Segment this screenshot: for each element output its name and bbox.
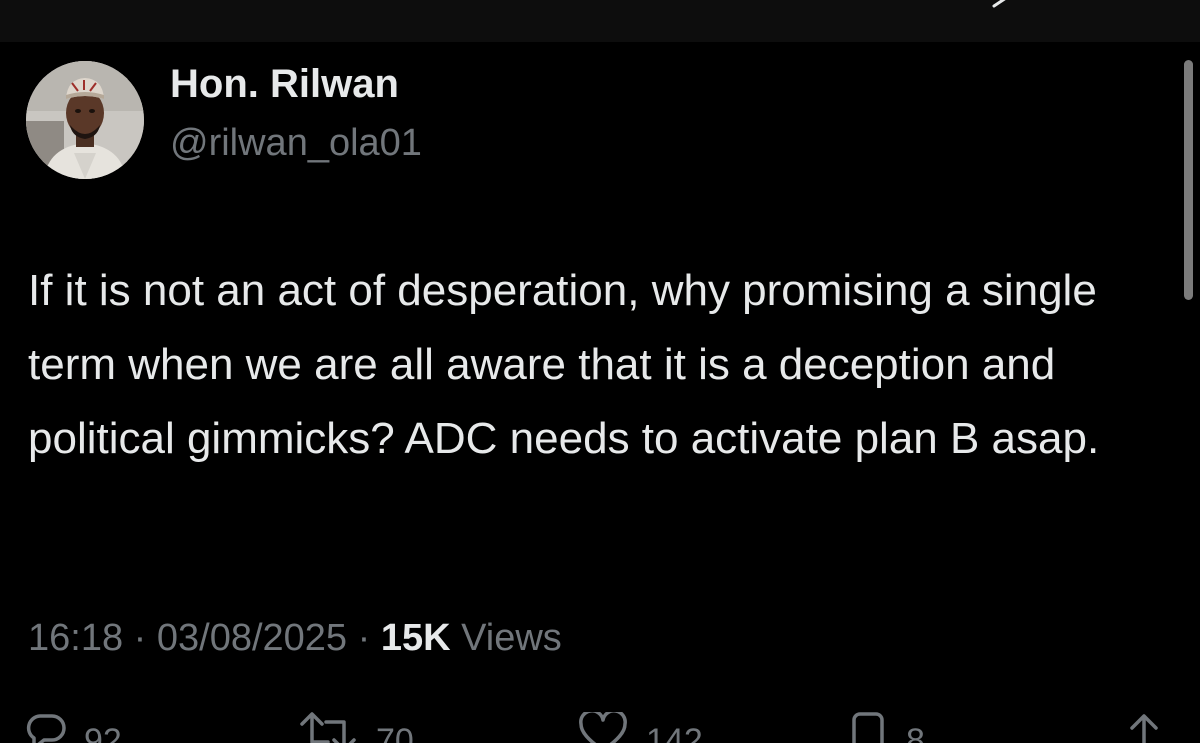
author-display-name[interactable]: Hon. Rilwan xyxy=(170,62,399,107)
like-count: 142 xyxy=(646,722,703,743)
meta-separator: · xyxy=(357,617,371,659)
top-bar xyxy=(0,0,1200,42)
reply-count: 92 xyxy=(84,722,122,743)
bookmark-button[interactable]: 8 xyxy=(848,712,925,743)
bookmark-icon xyxy=(852,712,884,743)
author-handle[interactable]: @rilwan_ola01 xyxy=(170,122,422,165)
heart-icon xyxy=(579,712,627,743)
scrollbar[interactable] xyxy=(1184,60,1193,300)
tweet-meta: 16:18 · 03/08/2025 · 15K Views xyxy=(28,617,562,660)
avatar-photo xyxy=(26,61,144,179)
reply-icon xyxy=(26,714,66,743)
avatar[interactable] xyxy=(26,61,144,179)
meta-separator: · xyxy=(133,617,147,659)
share-button[interactable] xyxy=(1124,712,1164,743)
bookmark-count: 8 xyxy=(906,722,925,743)
repost-button[interactable]: 70 xyxy=(298,712,414,743)
partial-header-icon xyxy=(992,0,1006,8)
repost-icon xyxy=(300,712,356,743)
share-icon xyxy=(1130,714,1158,743)
tweet-date[interactable]: 03/08/2025 xyxy=(157,617,347,659)
tweet-detail-screen: Hon. Rilwan @rilwan_ola01 If it is not a… xyxy=(0,0,1200,743)
like-button[interactable]: 142 xyxy=(578,712,703,743)
tweet-text: If it is not an act of desperation, why … xyxy=(28,266,1100,463)
repost-count: 70 xyxy=(376,722,414,743)
reply-button[interactable]: 92 xyxy=(26,712,122,743)
views-count: 15K xyxy=(380,617,451,659)
views-label: Views xyxy=(461,617,562,659)
action-bar: 92 70 142 8 xyxy=(0,712,1200,743)
tweet-time[interactable]: 16:18 xyxy=(28,617,123,659)
